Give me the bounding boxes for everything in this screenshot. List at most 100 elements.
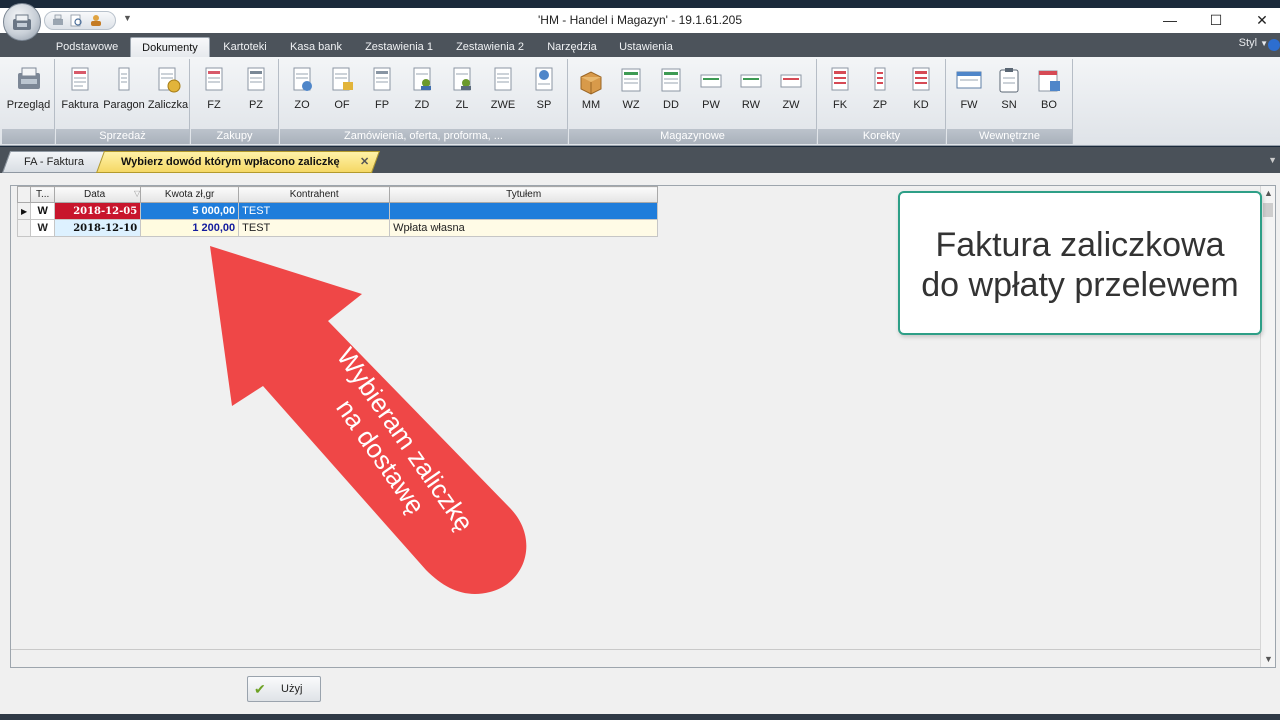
zw-button[interactable]: ZW xyxy=(771,59,811,125)
bo-label: BO xyxy=(1041,99,1057,111)
faktura-label: Faktura xyxy=(61,99,99,111)
fp-button[interactable]: FP xyxy=(362,59,402,125)
zwe-button[interactable]: ZWE xyxy=(482,59,524,125)
scroll-up-icon[interactable]: ▲ xyxy=(1261,186,1276,201)
close-button[interactable]: ✕ xyxy=(1239,8,1280,33)
title-bar: ▼ 'HM - Handel i Magazyn' - 19.1.61.205 … xyxy=(0,8,1280,33)
group-caption-wewnetrzne: Wewnętrzne xyxy=(947,129,1072,144)
purchase-correction-icon xyxy=(912,67,930,91)
purchase-invoice-icon xyxy=(205,67,223,91)
cell-type: W xyxy=(30,202,56,220)
help-icon[interactable] xyxy=(1268,39,1280,51)
table-row[interactable]: ▶ W 2018-12-05 5 000,00 TEST xyxy=(16,202,659,220)
ribbon: Przegląd Faktura Paragon Zaliczka Sprzed… xyxy=(0,57,1280,146)
column-header-amount[interactable]: Kwota zł,gr xyxy=(140,186,240,203)
goods-receipt-icon xyxy=(247,67,265,91)
table-row[interactable]: W 2018-12-10 1 200,00 TEST Wpłata własna xyxy=(16,219,659,237)
tab-dokumenty[interactable]: Dokumenty xyxy=(130,37,210,57)
close-tab-icon[interactable]: ✕ xyxy=(360,152,369,172)
minimize-button[interactable]: — xyxy=(1147,8,1193,33)
pw-button[interactable]: PW xyxy=(691,59,731,125)
scroll-thumb[interactable] xyxy=(1263,203,1273,217)
tab-zestawienia-1[interactable]: Zestawienia 1 xyxy=(356,37,442,57)
zp-label: ZP xyxy=(872,99,888,111)
bo-button[interactable]: BO xyxy=(1029,59,1069,125)
kd-button[interactable]: KD xyxy=(900,59,942,125)
style-menu[interactable]: Styl ▼ xyxy=(1239,37,1268,49)
filter-icon[interactable]: ▽ xyxy=(134,189,140,198)
zaliczka-label: Zaliczka xyxy=(147,99,189,111)
fz-label: FZ xyxy=(207,99,221,111)
dd-button[interactable]: DD xyxy=(651,59,691,125)
current-row-indicator-icon: ▶ xyxy=(16,202,32,220)
use-button[interactable]: ✔ Użyj xyxy=(247,676,321,702)
wz-button[interactable]: WZ xyxy=(611,59,651,125)
zw-label: ZW xyxy=(782,99,800,111)
column-header-date[interactable]: Data ▽ xyxy=(54,186,142,203)
tabs-dropdown-icon[interactable]: ▼ xyxy=(1268,155,1277,165)
fz-button[interactable]: FZ xyxy=(193,59,235,125)
order-icon xyxy=(293,67,312,91)
maximize-button[interactable]: ☐ xyxy=(1193,8,1239,33)
delivery-icon xyxy=(661,68,681,92)
overview-icon xyxy=(17,67,40,89)
tab-narzedzia[interactable]: Narzędzia xyxy=(540,37,604,57)
group-magazynowe: MM WZ DD PW RW ZW Magazynowe xyxy=(569,59,817,144)
zp-button[interactable]: ZP xyxy=(860,59,900,125)
app-logo-icon xyxy=(13,14,31,30)
fp-label: FP xyxy=(374,99,390,111)
tab-kartoteki[interactable]: Kartoteki xyxy=(214,37,276,57)
tab-wybierz-dowod[interactable]: Wybierz dowód którym wpłacono zaliczkę ✕ xyxy=(95,151,381,173)
tab-kasa-bank[interactable]: Kasa bank xyxy=(282,37,350,57)
cell-date: 2018-12-05 xyxy=(54,202,142,220)
zd-button[interactable]: ZD xyxy=(402,59,442,125)
pz-button[interactable]: PZ xyxy=(235,59,277,125)
zl-button[interactable]: ZL xyxy=(442,59,482,125)
internal-invoice-icon xyxy=(956,71,982,89)
pz-label: PZ xyxy=(248,99,264,111)
fw-button[interactable]: FW xyxy=(949,59,989,125)
przeglad-button[interactable]: Przegląd xyxy=(2,59,55,125)
scroll-down-icon[interactable]: ▼ xyxy=(1261,652,1276,667)
rw-button[interactable]: RW xyxy=(731,59,771,125)
group-przeglad: Przegląd xyxy=(2,59,55,144)
tab-fa-faktura-label: FA - Faktura xyxy=(24,156,84,168)
ribbon-tab-bar: Podstawowe Dokumenty Kartoteki Kasa bank… xyxy=(0,33,1280,57)
zaliczka-button[interactable]: Zaliczka xyxy=(146,59,190,125)
column-header-title[interactable]: Tytułem xyxy=(389,186,659,203)
tab-zestawienia-2[interactable]: Zestawienia 2 xyxy=(448,37,532,57)
app-menu-orb[interactable] xyxy=(3,3,41,41)
vertical-scrollbar[interactable]: ▲ ▼ xyxy=(1260,186,1275,667)
internal-issue-icon xyxy=(740,74,762,88)
sp-button[interactable]: SP xyxy=(524,59,564,125)
column-header-type[interactable]: T... xyxy=(30,186,56,203)
cell-date: 2018-12-10 xyxy=(54,219,142,237)
group-caption-korekty: Korekty xyxy=(818,129,945,144)
order-list-icon xyxy=(453,67,471,91)
zo-button[interactable]: ZO xyxy=(282,59,322,125)
column-header-contractor[interactable]: Kontrahent xyxy=(238,186,391,203)
faktura-button[interactable]: Faktura xyxy=(58,59,102,125)
tab-fa-faktura[interactable]: FA - Faktura xyxy=(1,151,107,173)
sales-plan-icon xyxy=(535,67,553,91)
warehouse-transfer-icon xyxy=(580,71,602,95)
tab-podstawowe[interactable]: Podstawowe xyxy=(48,37,126,57)
group-caption-magazynowe: Magazynowe xyxy=(569,129,816,144)
return-icon xyxy=(780,74,802,88)
zl-label: ZL xyxy=(455,99,469,111)
sn-button[interactable]: SN xyxy=(989,59,1029,125)
offer-icon xyxy=(332,67,353,91)
mm-button[interactable]: MM xyxy=(571,59,611,125)
of-button[interactable]: OF xyxy=(322,59,362,125)
group-caption-sprzedaz: Sprzedaż xyxy=(56,129,189,144)
paragon-button[interactable]: Paragon xyxy=(102,59,146,125)
cell-contractor: TEST xyxy=(238,219,391,237)
fk-button[interactable]: FK xyxy=(820,59,860,125)
chevron-down-icon: ▼ xyxy=(1260,39,1268,48)
tab-ustawienia[interactable]: Ustawienia xyxy=(612,37,680,57)
group-wewnetrzne: FW SN BO Wewnętrzne xyxy=(947,59,1073,144)
dd-label: DD xyxy=(663,99,679,111)
invoice-icon xyxy=(71,67,89,91)
cell-contractor: TEST xyxy=(238,202,391,220)
fk-label: FK xyxy=(832,99,848,111)
